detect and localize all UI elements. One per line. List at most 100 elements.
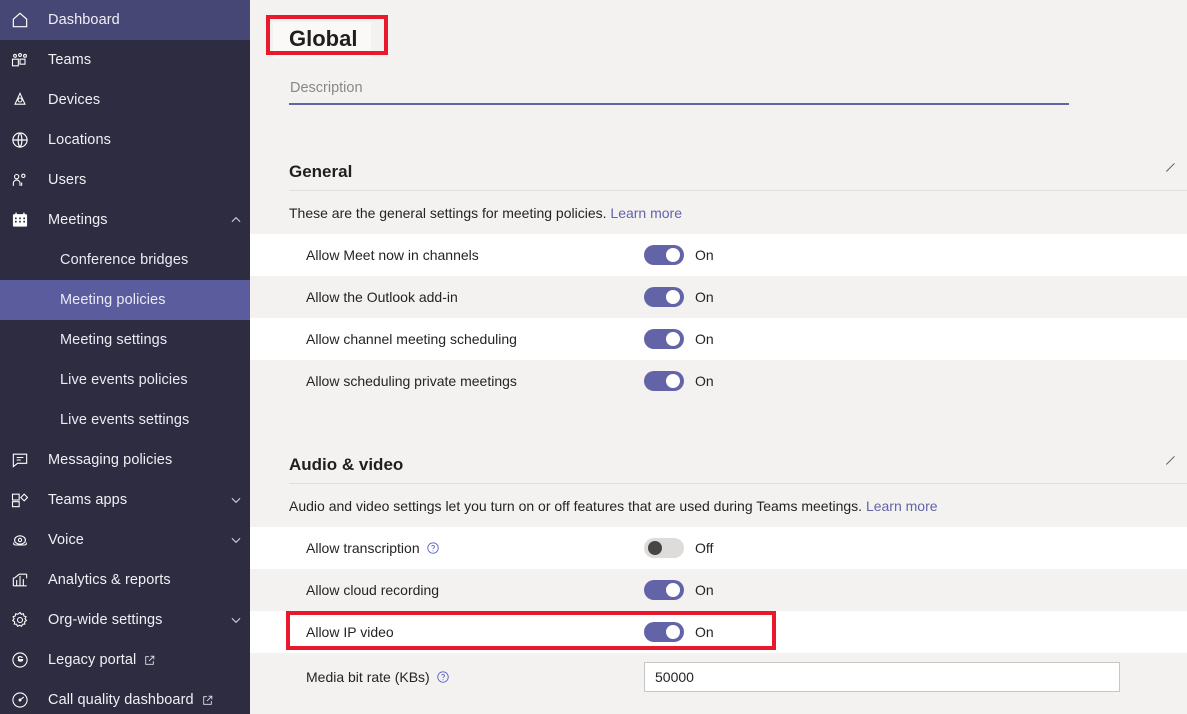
sidebar-item-meeting-settings[interactable]: Meeting settings	[0, 320, 250, 360]
sidebar-item-label: Live events settings	[60, 412, 190, 428]
setting-label: Allow the Outlook add-in	[306, 289, 458, 305]
sidebar-item-analytics-reports[interactable]: Analytics & reports	[0, 560, 250, 600]
table-row: Media bit rate (KBs)	[250, 653, 1187, 701]
sidebar-item-live-events-policies[interactable]: Live events policies	[0, 360, 250, 400]
chevron-down-icon[interactable]	[222, 493, 250, 507]
toggle-allow-meet-now-in-channels[interactable]	[644, 245, 684, 265]
users-icon	[10, 168, 40, 192]
table-row-allow-ip-video: Allow IP video On	[250, 611, 1187, 653]
sidebar-item-label: Analytics & reports	[48, 572, 171, 588]
sidebar-item-teams[interactable]: Teams	[0, 40, 250, 80]
setting-label-text: Allow transcription	[306, 540, 420, 556]
message-icon	[10, 448, 40, 472]
external-link-icon	[143, 654, 156, 667]
description-field	[289, 78, 1069, 105]
table-row: Allow the Outlook add-in On	[250, 276, 1187, 318]
toggle-state-label: On	[695, 331, 714, 347]
chevron-collapse-icon[interactable]	[1161, 158, 1181, 178]
sidebar-item-dashboard[interactable]: Dashboard	[0, 0, 250, 40]
toggle-state-label: On	[695, 289, 714, 305]
chevron-collapse-icon[interactable]	[1161, 451, 1181, 471]
devices-icon	[10, 88, 40, 112]
setting-label: Allow IP video	[306, 624, 394, 640]
sidebar-item-call-quality-dashboard[interactable]: Call quality dashboard	[0, 680, 250, 714]
sidebar-item-org-wide-settings[interactable]: Org-wide settings	[0, 600, 250, 640]
section-description-text: These are the general settings for meeti…	[289, 205, 607, 221]
sidebar-item-label: Dashboard	[48, 12, 120, 28]
section-general: General These are the general settings f…	[250, 150, 1187, 402]
sidebar-item-voice[interactable]: Voice	[0, 520, 250, 560]
sidebar-item-meetings[interactable]: Meetings	[0, 200, 250, 240]
chart-icon	[10, 568, 40, 592]
chevron-down-icon[interactable]	[222, 533, 250, 547]
section-general-header: General	[250, 150, 1187, 180]
setting-label-text: Media bit rate (KBs)	[306, 669, 430, 685]
table-row: Allow channel meeting scheduling On	[250, 318, 1187, 360]
sidebar-item-label: Org-wide settings	[48, 612, 163, 628]
toggle-allow-channel-meeting-scheduling[interactable]	[644, 329, 684, 349]
page-title: Global	[273, 22, 372, 59]
chevron-up-icon[interactable]	[222, 213, 250, 227]
section-audio-video-description: Audio and video settings let you turn on…	[250, 484, 1187, 527]
sidebar-item-label: Users	[48, 172, 87, 188]
external-link-icon	[201, 694, 214, 707]
help-icon[interactable]	[426, 541, 440, 555]
setting-label: Allow channel meeting scheduling	[306, 331, 517, 347]
toggle-allow-scheduling-private-meetings[interactable]	[644, 371, 684, 391]
teams-icon	[10, 48, 40, 72]
table-row: Allow transcription Off	[250, 527, 1187, 569]
sidebar-item-label: Live events policies	[60, 372, 188, 388]
toggle-allow-cloud-recording[interactable]	[644, 580, 684, 600]
toggle-state-label: On	[695, 247, 714, 263]
phone-icon	[10, 528, 40, 552]
toggle-allow-ip-video[interactable]	[644, 622, 684, 642]
setting-control: Off	[644, 538, 713, 558]
setting-control: On	[644, 580, 714, 600]
globe-icon	[10, 128, 40, 152]
sidebar-item-conference-bridges[interactable]: Conference bridges	[0, 240, 250, 280]
table-row: Allow scheduling private meetings On	[250, 360, 1187, 402]
sidebar: Dashboard Teams Devices Locations Users …	[0, 0, 250, 714]
sidebar-item-users[interactable]: Users	[0, 160, 250, 200]
section-title: General	[289, 162, 353, 181]
setting-label: Allow Meet now in channels	[306, 247, 479, 263]
media-bit-rate-input[interactable]	[644, 662, 1120, 692]
skype-icon	[10, 648, 40, 672]
sidebar-item-label: Messaging policies	[48, 452, 173, 468]
gauge-icon	[10, 688, 40, 712]
sidebar-item-label: Locations	[48, 132, 111, 148]
sidebar-item-label: Devices	[48, 92, 101, 108]
description-input[interactable]	[289, 78, 1069, 105]
toggle-allow-transcription[interactable]	[644, 538, 684, 558]
sidebar-item-live-events-settings[interactable]: Live events settings	[0, 400, 250, 440]
sidebar-item-devices[interactable]: Devices	[0, 80, 250, 120]
setting-label: Allow scheduling private meetings	[306, 373, 517, 389]
app-root: Dashboard Teams Devices Locations Users …	[0, 0, 1187, 714]
toggle-state-label: On	[695, 582, 714, 598]
sidebar-item-teams-apps[interactable]: Teams apps	[0, 480, 250, 520]
learn-more-link[interactable]: Learn more	[610, 205, 682, 221]
sidebar-item-label: Teams apps	[48, 492, 128, 508]
sidebar-item-label: Legacy portal	[48, 652, 137, 668]
sidebar-item-legacy-portal[interactable]: Legacy portal	[0, 640, 250, 680]
sidebar-item-meeting-policies[interactable]: Meeting policies	[0, 280, 250, 320]
section-audio-video-header: Audio & video	[250, 443, 1187, 473]
chevron-down-icon[interactable]	[222, 613, 250, 627]
sidebar-item-label: Voice	[48, 532, 84, 548]
calendar-icon	[10, 208, 40, 232]
toggle-state-label: Off	[695, 540, 714, 556]
setting-control: On	[644, 245, 714, 265]
sidebar-item-messaging-policies[interactable]: Messaging policies	[0, 440, 250, 480]
learn-more-link[interactable]: Learn more	[866, 498, 938, 514]
toggle-allow-the-outlook-add-in[interactable]	[644, 287, 684, 307]
sidebar-item-label: Meeting policies	[60, 292, 166, 308]
section-audio-video: Audio & video Audio and video settings l…	[250, 443, 1187, 701]
setting-label: Allow transcription	[306, 540, 440, 556]
section-general-description: These are the general settings for meeti…	[250, 191, 1187, 234]
sidebar-item-locations[interactable]: Locations	[0, 120, 250, 160]
help-icon[interactable]	[436, 670, 450, 684]
table-row: Allow cloud recording On	[250, 569, 1187, 611]
setting-control: On	[644, 622, 714, 642]
apps-icon	[10, 488, 40, 512]
sidebar-item-label: Conference bridges	[60, 252, 189, 268]
